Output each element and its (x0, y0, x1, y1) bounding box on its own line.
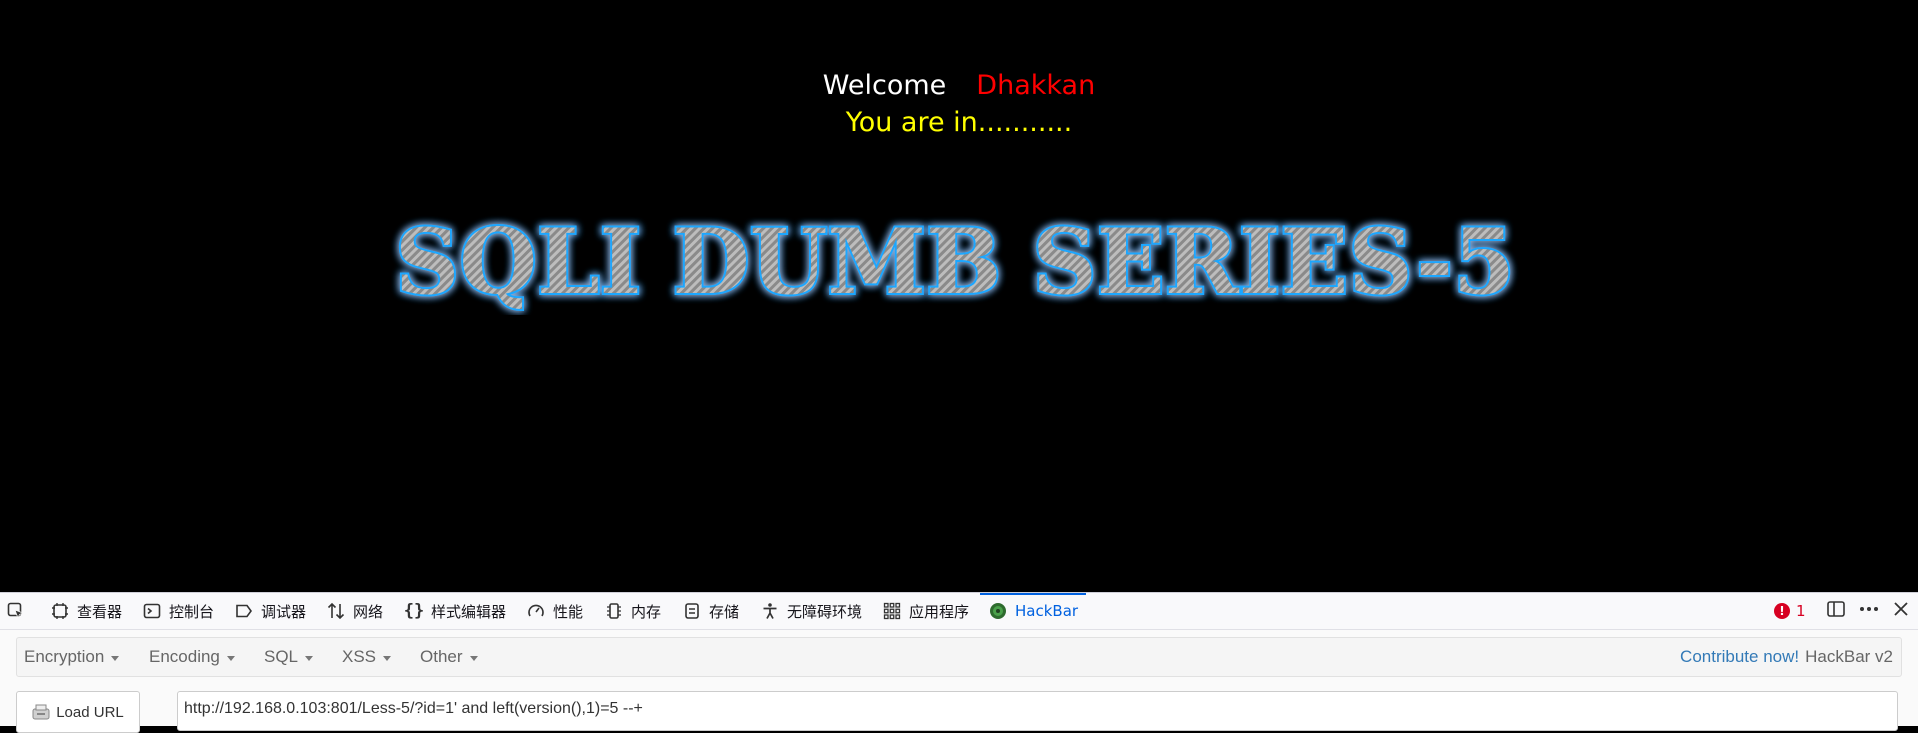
hackbar-icon (988, 601, 1008, 621)
tab-memory-label: 内存 (631, 602, 662, 621)
load-url-button[interactable]: Load URL (16, 691, 140, 733)
error-count: 1 (1796, 602, 1806, 620)
tab-style-editor[interactable]: {} 样式编辑器 (404, 593, 506, 629)
hackbar-version: HackBar v2 (1805, 647, 1893, 666)
accessibility-icon (760, 601, 780, 621)
banner-image: SQLI DUMB SERIES-5 (393, 207, 1517, 315)
inspector-icon (50, 601, 70, 621)
tab-performance-label: 性能 (553, 602, 584, 621)
network-icon (326, 601, 346, 621)
tab-network[interactable]: 网络 (326, 593, 383, 629)
console-icon (142, 601, 162, 621)
tab-hackbar-label: HackBar (1015, 602, 1079, 620)
error-icon: ! (1774, 603, 1790, 619)
chevron-down-icon (305, 655, 314, 661)
error-indicator[interactable]: ! 1 (1774, 593, 1806, 629)
tab-hackbar[interactable]: HackBar (979, 593, 1087, 629)
close-icon (1892, 600, 1910, 622)
storage-icon (682, 601, 702, 621)
chevron-down-icon (226, 655, 235, 661)
performance-icon (526, 601, 546, 621)
dock-side-icon (1826, 599, 1846, 623)
tab-memory[interactable]: 内存 (604, 593, 661, 629)
banner-title: SQLI DUMB SERIES-5 (395, 209, 1515, 315)
dock-toggle-button[interactable] (1826, 593, 1846, 629)
load-url-label: Load URL (56, 703, 124, 721)
style-editor-icon: {} (403, 601, 425, 621)
tab-application-label: 应用程序 (909, 602, 970, 621)
hackbar-info: Contribute now! HackBar v2 (1680, 638, 1893, 676)
tab-network-label: 网络 (353, 602, 384, 621)
tab-storage[interactable]: 存储 (682, 593, 739, 629)
chevron-down-icon (383, 655, 392, 661)
load-url-icon (32, 704, 50, 720)
tab-style-editor-label: 样式编辑器 (431, 602, 507, 621)
encoding-menu[interactable]: Encoding (149, 638, 235, 676)
tab-inspector[interactable]: 查看器 (50, 593, 122, 629)
tab-console[interactable]: 控制台 (142, 593, 214, 629)
chevron-down-icon (469, 655, 478, 661)
tab-debugger-label: 调试器 (261, 602, 307, 621)
xss-menu-label: XSS (342, 647, 377, 666)
xss-menu[interactable]: XSS (342, 638, 392, 676)
application-icon (882, 601, 902, 621)
tab-performance[interactable]: 性能 (526, 593, 583, 629)
url-input[interactable]: http://192.168.0.103:801/Less-5/?id=1' a… (177, 691, 1898, 731)
element-picker-button[interactable] (6, 593, 33, 629)
memory-icon (604, 601, 624, 621)
sql-menu-label: SQL (264, 647, 299, 666)
tab-application[interactable]: 应用程序 (882, 593, 969, 629)
picker-icon (6, 601, 26, 621)
sql-menu[interactable]: SQL (264, 638, 314, 676)
chevron-down-icon (111, 655, 120, 661)
encryption-menu[interactable]: Encryption (24, 638, 120, 676)
devtools-toolbar: 查看器 控制台 调试器 网络 {} 样式编辑器 性能 内存 存储 无障碍环境 应… (0, 593, 1918, 630)
tab-inspector-label: 查看器 (77, 602, 123, 621)
close-devtools-button[interactable] (1892, 593, 1910, 629)
login-status: You are in........... (845, 107, 1073, 138)
tab-debugger[interactable]: 调试器 (234, 593, 306, 629)
ellipsis-icon (1858, 599, 1880, 623)
page-content: Welcome Dhakkan You are in........... SQL… (0, 0, 1918, 592)
more-options-button[interactable] (1858, 593, 1880, 629)
tab-console-label: 控制台 (169, 602, 215, 621)
hackbar-menu: Encryption Encoding SQL XSS Other Contri… (16, 637, 1902, 677)
welcome-label: Welcome (822, 70, 947, 101)
user-name: Dhakkan (976, 70, 1096, 101)
tab-storage-label: 存储 (709, 602, 740, 621)
other-menu-label: Other (420, 647, 463, 666)
debugger-icon (234, 601, 254, 621)
devtools-panel: 查看器 控制台 调试器 网络 {} 样式编辑器 性能 内存 存储 无障碍环境 应… (0, 592, 1918, 733)
other-menu[interactable]: Other (420, 638, 478, 676)
welcome-line: Welcome Dhakkan (0, 69, 1918, 103)
encryption-menu-label: Encryption (24, 647, 105, 666)
encoding-menu-label: Encoding (149, 647, 220, 666)
tab-accessibility-label: 无障碍环境 (787, 602, 863, 621)
tab-accessibility[interactable]: 无障碍环境 (760, 593, 862, 629)
contribute-link[interactable]: Contribute now! (1680, 647, 1799, 667)
